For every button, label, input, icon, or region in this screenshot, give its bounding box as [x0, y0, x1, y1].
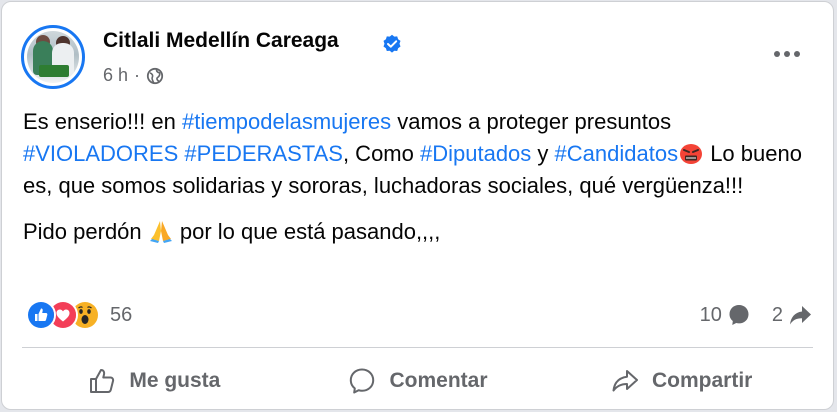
angry-face-emoji [680, 144, 703, 164]
comment-icon [350, 368, 375, 394]
author-avatar[interactable] [21, 25, 85, 89]
share-icon [612, 370, 638, 392]
comment-button[interactable]: Comentar [286, 352, 550, 409]
share-button[interactable]: Compartir [549, 352, 813, 409]
like-button-label: Me gusta [129, 369, 221, 392]
comment-button-label: Comentar [389, 369, 488, 392]
engagement-counts: 10 2 [700, 302, 813, 328]
post-meta: 6 h · [103, 65, 164, 86]
post-body: Es enserio!!! en #tiempodelasmujeres vam… [23, 106, 818, 262]
more-dot [794, 51, 800, 57]
post-card: Citlali Medellín Careaga 6 h · Es enseri… [1, 1, 834, 410]
comment-bubble-icon [729, 305, 749, 325]
shares-count-value: 2 [771, 303, 783, 326]
meta-separator: · [134, 65, 141, 85]
share-arrow-icon [790, 306, 811, 325]
action-bar: Me gusta Comentar Compartir [22, 352, 813, 409]
like-button[interactable]: Me gusta [22, 352, 286, 409]
globe-icon [146, 67, 164, 84]
share-button-label: Compartir [652, 369, 753, 392]
verified-badge-icon [383, 34, 401, 53]
comments-count[interactable]: 10 [700, 302, 752, 328]
reactions-count[interactable]: 56 [110, 304, 132, 327]
avatar-photo [27, 31, 79, 83]
comments-count-value: 10 [699, 303, 722, 326]
hashtag-link[interactable]: #tiempodelasmujeres [182, 109, 391, 134]
text-span: Pido perdón [23, 219, 148, 244]
hashtag-link[interactable]: #VIOLADORES [23, 141, 178, 166]
hashtag-link[interactable]: #PEDERASTAS [184, 141, 343, 166]
divider [22, 347, 813, 348]
folded-hands-emoji [149, 221, 172, 243]
like-reaction-icon [26, 300, 56, 330]
hashtag-link[interactable]: #Candidatos [555, 141, 679, 166]
text-span: , Como [342, 141, 420, 166]
thumbs-up-icon [90, 369, 115, 393]
reactions-summary[interactable]: 56 [26, 300, 132, 330]
text-span: Es enserio!!! en [23, 109, 182, 134]
post-paragraph-1: Es enserio!!! en #tiempodelasmujeres vam… [23, 106, 818, 202]
shares-count[interactable]: 2 [772, 302, 813, 328]
text-span: y [531, 141, 555, 166]
text-span: vamos a proteger presuntos [391, 109, 672, 134]
more-dot [774, 51, 780, 57]
more-dot [784, 51, 790, 57]
hashtag-link[interactable]: #Diputados [420, 141, 531, 166]
post-paragraph-2: Pido perdón por lo que está pasando,,,, [23, 216, 818, 248]
author-name[interactable]: Citlali Medellín Careaga [103, 29, 339, 53]
text-span: por lo que está pasando,,,, [173, 219, 441, 244]
more-options-button[interactable] [772, 44, 802, 64]
post-time[interactable]: 6 h [103, 65, 128, 86]
